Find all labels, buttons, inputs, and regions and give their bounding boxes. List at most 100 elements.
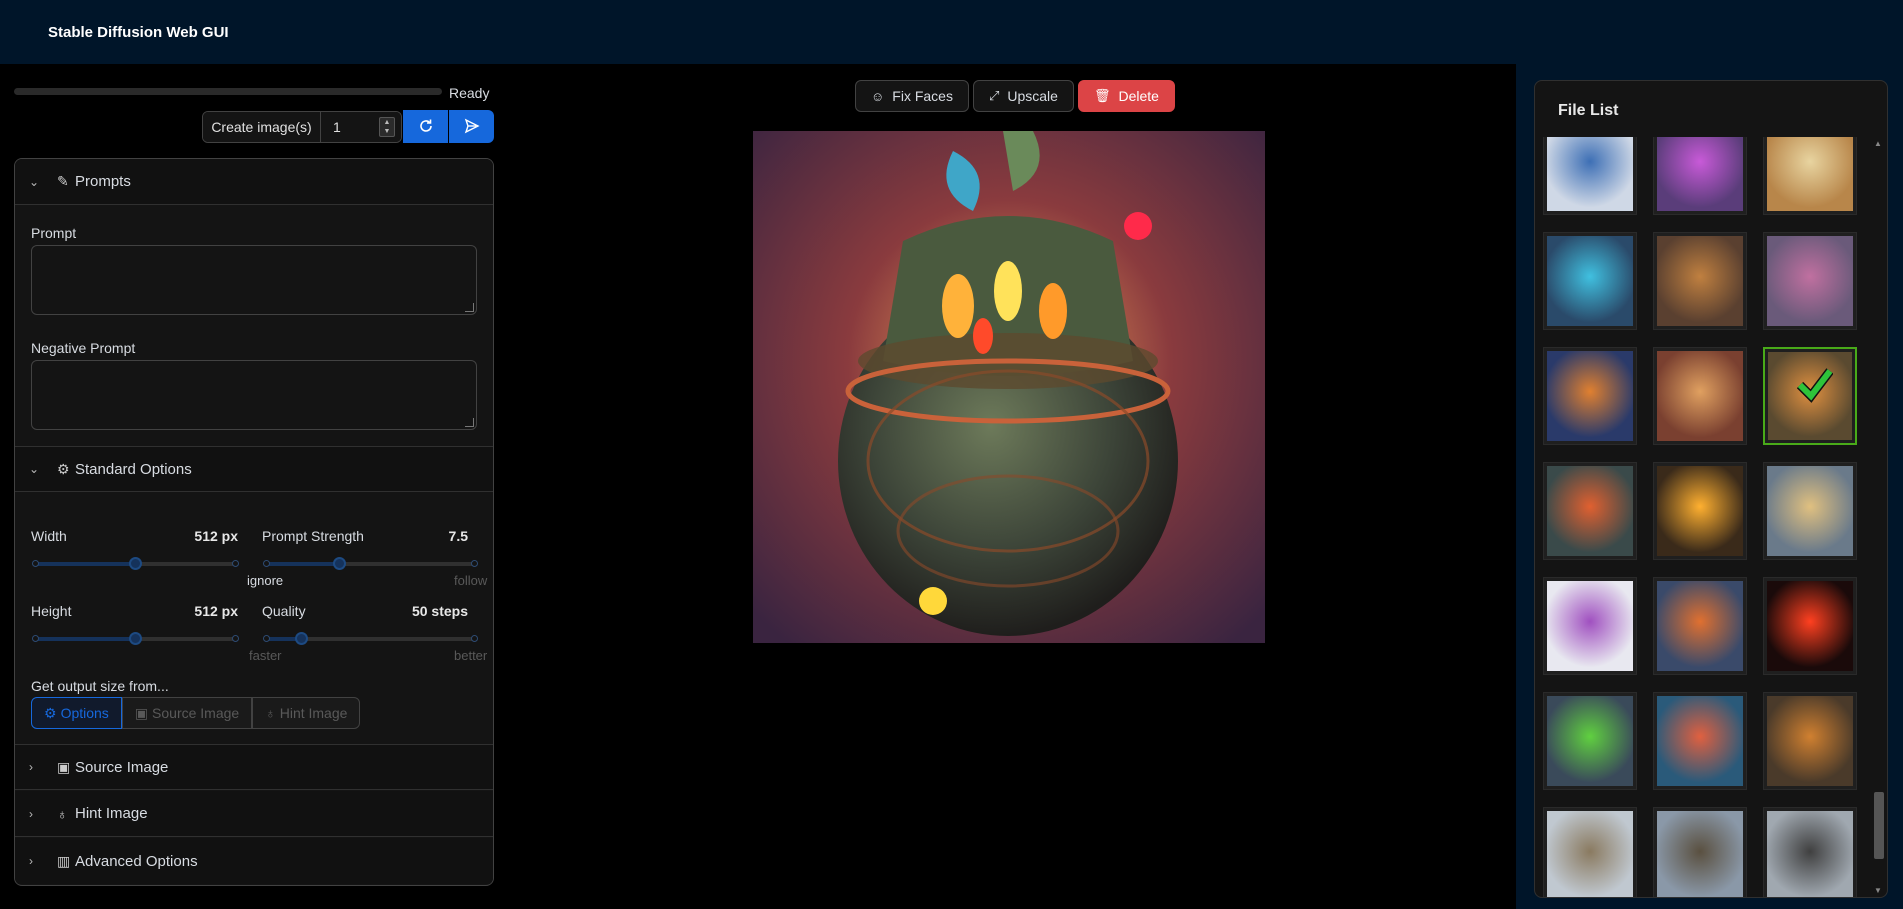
output-size-hint-button[interactable]: ♁ Hint Image [252, 697, 361, 729]
slider-handle[interactable] [332, 557, 346, 570]
expand-icon: ⤢ [988, 88, 1000, 103]
image-icon: ▣ [134, 704, 149, 721]
thumbnail-image [1767, 466, 1853, 556]
file-thumbnail[interactable] [1763, 347, 1857, 445]
file-thumbnail[interactable] [1653, 577, 1747, 675]
section-standard-header[interactable]: ⌄ ⚙ Standard Options [15, 446, 493, 492]
thumbnail-image [1547, 466, 1633, 556]
file-thumbnail[interactable] [1653, 807, 1747, 897]
gear-icon: ⚙ [44, 704, 57, 721]
thumbnail-image [1657, 351, 1743, 441]
file-thumbnail[interactable] [1543, 577, 1637, 675]
options-panel: ⌄ ✎ Prompts Prompt Negative Prompt ⌄ ⚙ S… [14, 158, 494, 886]
section-prompts-title: Prompts [75, 173, 131, 190]
scroll-down-icon[interactable]: ▼ [1873, 886, 1883, 895]
slider-handle[interactable] [129, 557, 142, 570]
quality-value: 50 steps [411, 603, 468, 619]
section-hint-image-header[interactable]: › ♁ Hint Image [15, 791, 493, 837]
height-value: 512 px [194, 603, 238, 619]
prompt-textarea[interactable] [31, 245, 477, 315]
file-thumbnail[interactable] [1763, 232, 1857, 330]
output-size-source-button[interactable]: ▣ Source Image [121, 697, 253, 729]
file-thumbnail[interactable] [1763, 692, 1857, 790]
thumbnail-image [1657, 137, 1743, 211]
upscale-button[interactable]: ⤢ Upscale [972, 80, 1074, 112]
create-images-button[interactable]: Create image(s) [203, 112, 321, 142]
count-stepper[interactable]: ▲ ▼ [379, 117, 395, 137]
slider-end-dot [32, 635, 39, 642]
file-thumbnail[interactable] [1543, 807, 1637, 897]
slider-end-dot [232, 635, 239, 642]
send-icon [464, 118, 480, 134]
quality-max-mark: better [454, 648, 488, 663]
slider-handle[interactable] [295, 632, 309, 645]
picture-icon: ▣ [57, 758, 71, 775]
chevron-down-icon: ⌄ [29, 462, 40, 476]
slider-end-dot [232, 560, 239, 567]
prompt-strength-label: Prompt Strength [262, 528, 364, 544]
thumbnail-image [1547, 696, 1633, 786]
fix-faces-button[interactable]: ☺ Fix Faces [855, 80, 969, 112]
section-advanced-title: Advanced Options [75, 852, 198, 870]
refresh-button[interactable] [403, 110, 448, 143]
image-toolbar: ☺ Fix Faces ⤢ Upscale 🗑 Delete [855, 80, 1175, 112]
file-thumbnail[interactable] [1763, 807, 1857, 897]
refresh-icon [419, 119, 432, 132]
quality-label: Quality [262, 603, 306, 619]
scroll-up-icon[interactable]: ▲ [1873, 139, 1883, 148]
output-size-options-button[interactable]: ⚙ Options [31, 697, 122, 729]
file-thumbnail[interactable] [1543, 137, 1637, 215]
slider-fill [266, 562, 339, 566]
section-hint-image-title: Hint Image [75, 805, 148, 822]
trash-icon: 🗑 [1093, 88, 1111, 103]
delete-button[interactable]: 🗑 Delete [1077, 80, 1175, 112]
image-count-input[interactable]: 1 ▲ ▼ [321, 112, 401, 142]
thumbnail-image [1547, 351, 1633, 441]
slider-end-dot [32, 560, 39, 567]
file-thumbnail[interactable] [1653, 692, 1747, 790]
quality-min-mark: faster [249, 648, 282, 663]
file-thumbnail[interactable] [1763, 137, 1857, 215]
top-header: Stable Diffusion Web GUI [0, 0, 1903, 64]
file-thumbnail[interactable] [1543, 347, 1637, 445]
file-thumbnail[interactable] [1653, 232, 1747, 330]
file-thumbnail[interactable] [1543, 232, 1637, 330]
gear-icon: ⚙ [57, 460, 70, 477]
file-thumbnail[interactable] [1763, 577, 1857, 675]
scroll-thumb[interactable] [1874, 792, 1884, 859]
section-advanced-header[interactable]: › ▥ Advanced Options [15, 838, 493, 884]
file-thumbnail[interactable] [1653, 462, 1747, 560]
prompt-strength-value: 7.5 [448, 528, 468, 544]
thumbnail-image [1767, 581, 1853, 671]
file-thumbnail[interactable] [1653, 347, 1747, 445]
thumbnail-image [1547, 811, 1633, 897]
chevron-right-icon: › [29, 854, 33, 868]
section-source-image-header[interactable]: › ▣ Source Image [15, 744, 493, 790]
file-thumbnail[interactable] [1543, 692, 1637, 790]
thumbnail-image [1657, 466, 1743, 556]
section-prompts-header[interactable]: ⌄ ✎ Prompts [15, 159, 493, 205]
delete-label: Delete [1118, 88, 1159, 104]
prompt-label: Prompt [31, 225, 77, 241]
slider-end-dot [471, 560, 478, 567]
create-group: Create image(s) 1 ▲ ▼ [202, 111, 402, 143]
file-thumbnail[interactable] [1543, 462, 1637, 560]
slider-end-dot [471, 635, 478, 642]
output-size-label: Get output size from... [31, 678, 169, 694]
thumbnail-image [1657, 581, 1743, 671]
thumbnail-image [1547, 137, 1633, 211]
send-button[interactable] [449, 110, 494, 143]
thumbnail-grid [1543, 137, 1861, 897]
file-thumbnail[interactable] [1763, 462, 1857, 560]
thumbnail-image [1547, 236, 1633, 326]
image-count-value: 1 [333, 119, 341, 135]
thumbnail-image [1547, 581, 1633, 671]
progress-bar [14, 88, 442, 95]
negative-prompt-textarea[interactable] [31, 360, 477, 430]
negative-prompt-label: Negative Prompt [31, 340, 136, 356]
thumbnail-image [1657, 236, 1743, 326]
file-list-scrollbar[interactable]: ▲ ▼ [1871, 137, 1885, 897]
bulb-icon: ♁ [265, 705, 276, 721]
slider-handle[interactable] [129, 632, 142, 645]
file-thumbnail[interactable] [1653, 137, 1747, 215]
